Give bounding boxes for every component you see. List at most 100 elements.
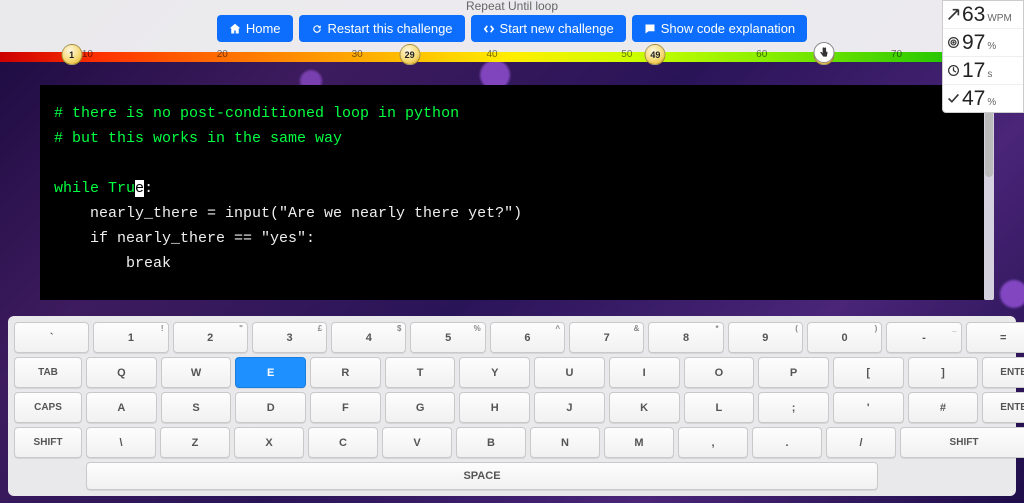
- key-label: SHIFT: [950, 437, 979, 448]
- gradient-tick: 10: [82, 49, 93, 60]
- key-label: E: [267, 367, 274, 379]
- key-i[interactable]: I: [609, 357, 680, 388]
- key-label: ENTER: [1000, 402, 1024, 413]
- key-6[interactable]: 6^: [490, 322, 565, 353]
- key-c[interactable]: C: [308, 427, 378, 458]
- key-g[interactable]: G: [385, 392, 456, 423]
- stat-wpm: 63 WPM: [943, 1, 1023, 29]
- key-[interactable]: ': [833, 392, 904, 423]
- key-0[interactable]: 0): [807, 322, 882, 353]
- key-v[interactable]: V: [382, 427, 452, 458]
- key-superscript: (: [795, 324, 798, 333]
- key-e[interactable]: E: [235, 357, 306, 388]
- key-a[interactable]: A: [86, 392, 157, 423]
- key-[interactable]: ;: [758, 392, 829, 423]
- start-new-button-label: Start new challenge: [500, 21, 614, 36]
- code-scrollbar[interactable]: [984, 85, 994, 300]
- speed-badge-value: 29: [399, 44, 420, 65]
- key-[interactable]: ,: [678, 427, 748, 458]
- key-o[interactable]: O: [684, 357, 755, 388]
- key-7[interactable]: 7&: [569, 322, 644, 353]
- key-label: 4: [366, 332, 372, 344]
- key-caps[interactable]: CAPS: [14, 392, 82, 423]
- key-label: -: [922, 332, 926, 344]
- key-y[interactable]: Y: [459, 357, 530, 388]
- page-title: Repeat Until loop: [0, 0, 1024, 13]
- key-u[interactable]: U: [534, 357, 605, 388]
- key-x[interactable]: X: [234, 427, 304, 458]
- key-z[interactable]: Z: [160, 427, 230, 458]
- key-p[interactable]: P: [758, 357, 829, 388]
- explain-button-label: Show code explanation: [661, 21, 795, 36]
- key-l[interactable]: L: [684, 392, 755, 423]
- key-label: 3: [286, 332, 292, 344]
- stats-panel: 63 WPM 97 % 17 s 47 %: [942, 0, 1024, 113]
- key-superscript: !: [161, 324, 164, 333]
- key-r[interactable]: R: [310, 357, 381, 388]
- key-[interactable]: =+: [966, 322, 1024, 353]
- key-[interactable]: #: [908, 392, 979, 423]
- key-label: ': [867, 402, 870, 414]
- key-shift[interactable]: SHIFT: [14, 427, 82, 458]
- key-shift[interactable]: SHIFT: [900, 427, 1024, 458]
- key-b[interactable]: B: [456, 427, 526, 458]
- key-t[interactable]: T: [385, 357, 456, 388]
- key-[interactable]: /: [826, 427, 896, 458]
- key-5[interactable]: 5%: [410, 322, 485, 353]
- arrow-icon: [947, 8, 960, 21]
- key-tab[interactable]: TAB: [14, 357, 82, 388]
- key-superscript: $: [397, 324, 401, 333]
- key-w[interactable]: W: [161, 357, 232, 388]
- key-4[interactable]: 4$: [331, 322, 406, 353]
- key-j[interactable]: J: [534, 392, 605, 423]
- key-[interactable]: .: [752, 427, 822, 458]
- explain-button[interactable]: Show code explanation: [632, 15, 807, 42]
- key-[interactable]: [: [833, 357, 904, 388]
- key-space[interactable]: SPACE: [86, 462, 878, 490]
- code-pending: :: [144, 180, 153, 197]
- key-label: G: [416, 402, 425, 414]
- code-comment-1: # there is no post-conditioned loop in p…: [54, 105, 459, 122]
- key-1[interactable]: 1!: [93, 322, 168, 353]
- key-q[interactable]: Q: [86, 357, 157, 388]
- key-label: C: [339, 437, 347, 449]
- key-[interactable]: -_: [886, 322, 961, 353]
- key-f[interactable]: F: [310, 392, 381, 423]
- key-enter[interactable]: ENTER: [982, 357, 1024, 388]
- key-[interactable]: \: [86, 427, 156, 458]
- key-superscript: ): [875, 324, 878, 333]
- key-enter[interactable]: ENTER: [982, 392, 1024, 423]
- home-button[interactable]: Home: [217, 15, 293, 42]
- restart-button-label: Restart this challenge: [328, 21, 453, 36]
- key-s[interactable]: S: [161, 392, 232, 423]
- stat-time: 17 s: [943, 57, 1023, 85]
- gradient-tick: 70: [891, 49, 902, 60]
- key-n[interactable]: N: [530, 427, 600, 458]
- gradient-tick: 30: [352, 49, 363, 60]
- key-8[interactable]: 8*: [648, 322, 723, 353]
- key-label: K: [640, 402, 648, 414]
- key-label: Z: [192, 437, 199, 449]
- key-label: I: [643, 367, 646, 379]
- key-[interactable]: ]: [908, 357, 979, 388]
- restart-button[interactable]: Restart this challenge: [299, 15, 465, 42]
- key-d[interactable]: D: [235, 392, 306, 423]
- key-superscript: &: [634, 324, 640, 333]
- wpm-value: 63: [962, 4, 985, 25]
- key-h[interactable]: H: [459, 392, 530, 423]
- key-3[interactable]: 3£: [252, 322, 327, 353]
- key-label: P: [790, 367, 797, 379]
- key-2[interactable]: 2": [173, 322, 248, 353]
- key-label: ;: [792, 402, 796, 414]
- start-new-button[interactable]: Start new challenge: [471, 15, 626, 42]
- key-superscript: ^: [555, 324, 560, 333]
- progress-value: 47: [962, 88, 985, 109]
- speed-badge-value: 49: [645, 44, 666, 65]
- key-label: J: [566, 402, 572, 414]
- key-label: ,: [711, 437, 714, 449]
- key-m[interactable]: M: [604, 427, 674, 458]
- key-9[interactable]: 9(: [728, 322, 803, 353]
- code-area[interactable]: # there is no post-conditioned loop in p…: [40, 85, 984, 300]
- key-[interactable]: `: [14, 322, 89, 353]
- key-k[interactable]: K: [609, 392, 680, 423]
